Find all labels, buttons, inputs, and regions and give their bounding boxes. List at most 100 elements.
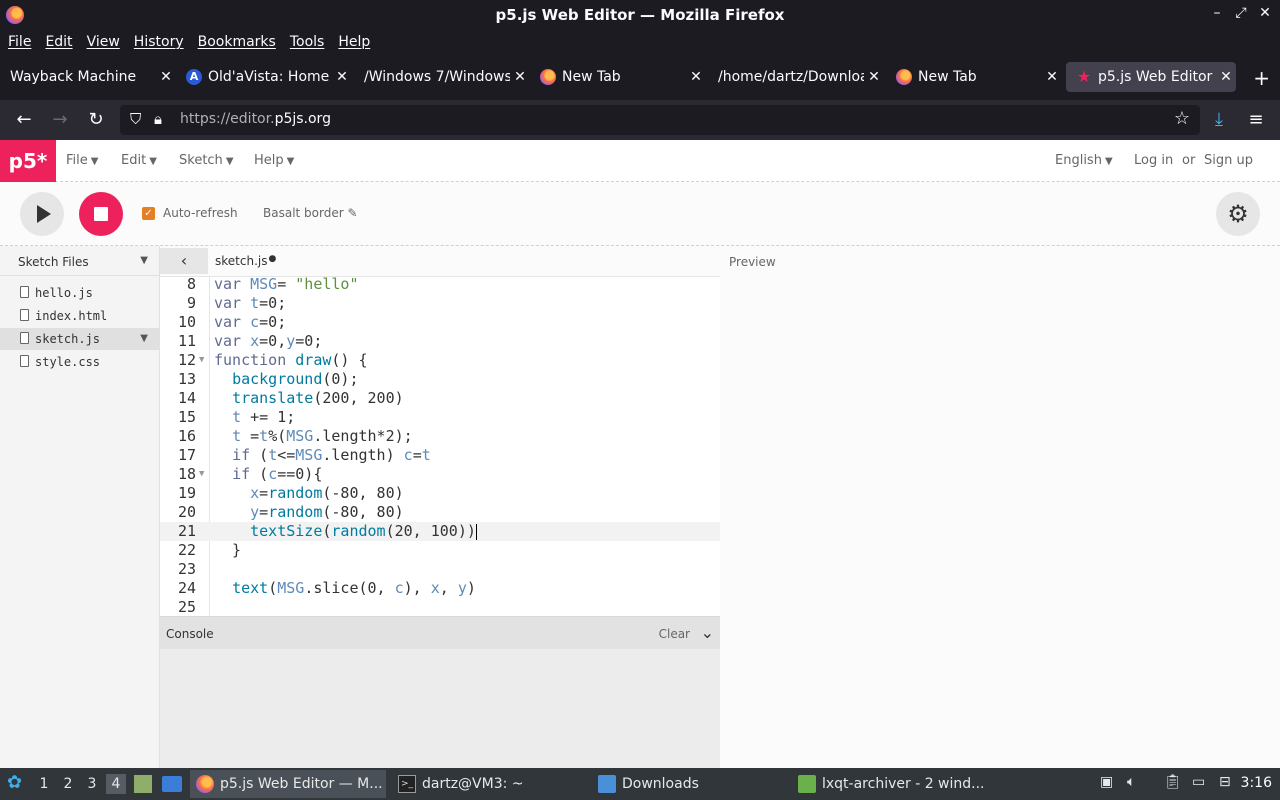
workspace-3[interactable]: 3 [82, 774, 102, 794]
auto-refresh-checkbox[interactable]: ✓ [142, 206, 155, 220]
workspace-1[interactable]: 1 [34, 774, 54, 794]
file-item-sketch-js[interactable]: sketch.js ▼ [0, 328, 160, 350]
file-item-index-html[interactable]: index.html [0, 305, 160, 327]
p5-logo[interactable]: p5* [0, 140, 56, 182]
hamburger-menu-icon[interactable]: ≡ [1244, 108, 1268, 132]
code-line[interactable]: 22 } [160, 541, 720, 560]
code-line[interactable]: 9 var t=0; [160, 294, 720, 313]
code-line[interactable]: 16 t =t%(MSG.length*2); [160, 427, 720, 446]
desktop-launcher-icon[interactable] [162, 776, 182, 792]
taskbar-window-downloads[interactable]: Downloads [592, 770, 788, 798]
menu-file[interactable]: File [8, 34, 31, 50]
login-link[interactable]: Log in [1134, 153, 1173, 168]
minimize-button[interactable]: – [1210, 5, 1224, 21]
taskbar-window-firefox[interactable]: p5.js Web Editor — M... [190, 770, 386, 798]
caret-down-icon[interactable]: ▼ [140, 255, 148, 266]
settings-gear-button[interactable]: ⚙ [1216, 192, 1260, 236]
stop-button[interactable] [79, 192, 123, 236]
code-line[interactable]: 12 ▼ function draw() { [160, 351, 720, 370]
tab-close-icon[interactable]: ✕ [332, 69, 352, 85]
fold-triangle-icon[interactable]: ▼ [199, 351, 204, 370]
code-line[interactable]: 10 var c=0; [160, 313, 720, 332]
maximize-button[interactable]: ⤢ [1234, 5, 1248, 21]
p5-menu-help[interactable]: Help ▼ [254, 153, 294, 168]
play-button[interactable] [20, 192, 64, 236]
menu-tools[interactable]: Tools [290, 34, 325, 50]
tab-close-icon[interactable]: ✕ [1042, 69, 1062, 85]
code-line[interactable]: 11 var x=0,y=0; [160, 332, 720, 351]
tab-close-icon[interactable]: ✕ [864, 69, 884, 85]
close-window-button[interactable]: ✕ [1258, 5, 1272, 21]
code-line[interactable]: 8 var MSG= "hello" [160, 277, 720, 294]
console-clear-button[interactable]: Clear [659, 627, 690, 641]
menu-edit[interactable]: Edit [45, 34, 72, 50]
code-line[interactable]: 21 textSize(random(20, 100)) [160, 522, 720, 541]
code-line[interactable]: 20 y=random(-80, 80) [160, 503, 720, 522]
new-tab-button[interactable]: + [1253, 66, 1270, 90]
code-line[interactable]: 24 text(MSG.slice(0, c), x, y) [160, 579, 720, 598]
tab-downloads-folder[interactable]: /home/dartz/Downloads ✕ [708, 62, 884, 92]
p5-menu-sketch[interactable]: Sketch ▼ [179, 153, 234, 168]
workspace-4[interactable]: 4 [106, 774, 126, 794]
language-select[interactable]: English ▼ [1055, 153, 1113, 168]
caret-down-icon: ▼ [225, 156, 234, 167]
file-item-style-css[interactable]: style.css [0, 351, 160, 373]
p5-menu-edit[interactable]: Edit ▼ [121, 153, 157, 168]
start-menu-icon[interactable]: ✿ [7, 772, 22, 793]
code-line[interactable]: 14 translate(200, 200) [160, 389, 720, 408]
workspace-2[interactable]: 2 [58, 774, 78, 794]
tab-p5js-editor[interactable]: ★ p5.js Web Editor ✕ [1066, 62, 1236, 92]
signup-link[interactable]: Sign up [1204, 153, 1253, 168]
code-line[interactable]: 15 t += 1; [160, 408, 720, 427]
back-button[interactable]: ← [12, 108, 36, 132]
tab-close-icon[interactable]: ✕ [156, 69, 176, 85]
tab-wayback-machine[interactable]: Wayback Machine ✕ [0, 62, 176, 92]
editor-file-tab[interactable]: sketch.js● [215, 254, 276, 268]
menu-view[interactable]: View [87, 34, 120, 50]
menu-history[interactable]: History [134, 34, 184, 50]
file-item-hello-js[interactable]: hello.js [0, 282, 160, 304]
tab-close-icon[interactable]: ✕ [510, 69, 530, 85]
screen-icon[interactable]: ▭ [1192, 774, 1205, 790]
caret-down-icon[interactable]: ▼ [140, 333, 148, 344]
forward-button[interactable]: → [48, 108, 72, 132]
taskbar-window-archiver[interactable]: lxqt-archiver - 2 wind... [792, 770, 988, 798]
network-icon[interactable]: ⊟ [1219, 774, 1231, 790]
lock-icon[interactable]: 🔒︎ [154, 110, 162, 128]
fold-triangle-icon[interactable]: ▼ [199, 465, 204, 484]
menu-help[interactable]: Help [338, 34, 370, 50]
menu-bookmarks[interactable]: Bookmarks [198, 34, 276, 50]
reload-button[interactable]: ↻ [84, 108, 108, 132]
downloads-icon[interactable]: ⤓ [1207, 108, 1231, 132]
collapse-sidebar-button[interactable]: ‹ [160, 248, 208, 274]
file-manager-launcher-icon[interactable] [134, 775, 152, 793]
code-line[interactable]: 17 if (t<=MSG.length) c=t [160, 446, 720, 465]
chevron-down-icon[interactable]: ⌄ [701, 623, 714, 642]
code-line[interactable]: 19 x=random(-80, 80) [160, 484, 720, 503]
tab-altavista[interactable]: A Old'aVista: Home ✕ [176, 62, 352, 92]
bookmark-star-icon[interactable]: ☆ [1174, 108, 1190, 129]
auto-refresh-toggle[interactable]: ✓ Auto-refresh [142, 206, 238, 220]
taskbar-window-terminal[interactable]: >_ dartz@VM3: ~ [392, 770, 588, 798]
tab-close-icon[interactable]: ✕ [686, 69, 706, 85]
tab-new-tab-1[interactable]: New Tab ✕ [530, 62, 706, 92]
code-line[interactable]: 18 ▼ if (c==0){ [160, 465, 720, 484]
tab-new-tab-2[interactable]: New Tab ✕ [886, 62, 1062, 92]
tab-close-icon[interactable]: ✕ [1216, 69, 1236, 85]
shield-icon[interactable]: ⛉ [130, 110, 141, 128]
tray-storage-icon[interactable]: ▣ [1100, 774, 1113, 790]
url-bar[interactable]: ⛉ 🔒︎ https://editor.p5js.org ☆ [120, 105, 1200, 135]
code-editor[interactable]: 8 var MSG= "hello" 9 var t=0; 10 var c=0; 11 va… [160, 276, 720, 616]
code-line[interactable]: 23 [160, 560, 720, 579]
unsaved-dot-icon: ● [268, 254, 277, 264]
tab-windows7[interactable]: /Windows 7/Windows ✕ [354, 62, 530, 92]
code-text: x=random(-80, 80) [250, 484, 404, 502]
volume-icon[interactable]: 🔈︎ [1127, 774, 1135, 790]
url-text[interactable]: https://editor.p5js.org [180, 111, 331, 127]
sketch-name[interactable]: Basalt border ✎ [263, 206, 358, 220]
clipboard-icon[interactable]: 📋︎ [1164, 774, 1182, 790]
file-icon [20, 309, 29, 321]
code-line[interactable]: 25 [160, 598, 720, 616]
code-line[interactable]: 13 background(0); [160, 370, 720, 389]
p5-menu-file[interactable]: File ▼ [66, 153, 98, 168]
